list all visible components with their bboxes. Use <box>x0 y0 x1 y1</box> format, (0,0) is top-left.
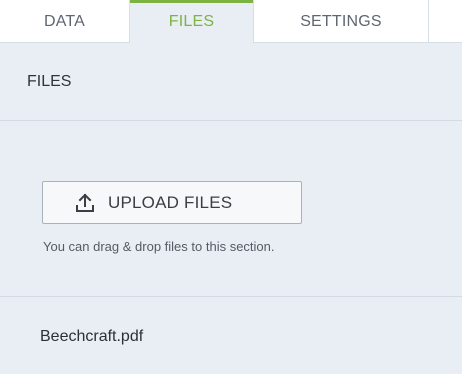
tab-settings-label: SETTINGS <box>300 12 382 30</box>
file-item[interactable]: Beechcraft.pdf <box>40 328 143 346</box>
file-name: Beechcraft.pdf <box>40 328 144 345</box>
section-title: FILES <box>0 43 462 121</box>
upload-files-button[interactable]: UPLOAD FILES <box>42 181 302 224</box>
tab-files[interactable]: FILES <box>130 0 254 44</box>
files-panel: DATA FILES SETTINGS FILES UPLOAD FILES Y… <box>0 0 462 374</box>
section-title-text: FILES <box>27 72 72 90</box>
upload-icon <box>74 192 96 214</box>
tab-settings[interactable]: SETTINGS <box>254 0 429 43</box>
upload-files-label: UPLOAD FILES <box>108 192 233 212</box>
drag-drop-hint: You can drag & drop files to this sectio… <box>43 239 275 254</box>
tab-data-label: DATA <box>43 12 86 30</box>
tab-data[interactable]: DATA <box>0 0 130 43</box>
tab-files-label: FILES <box>168 12 215 30</box>
upload-area[interactable]: UPLOAD FILES You can drag & drop files t… <box>0 122 462 297</box>
tab-bar: DATA FILES SETTINGS <box>0 0 462 44</box>
